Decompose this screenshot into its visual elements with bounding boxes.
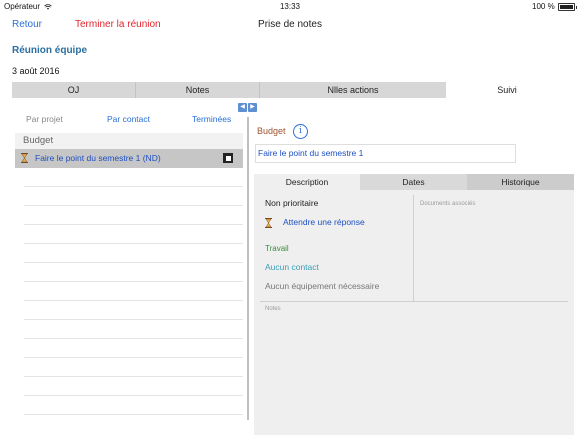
list-divider: [24, 357, 243, 358]
list-divider: [24, 395, 243, 396]
filter-by-contact[interactable]: Par contact: [107, 113, 150, 125]
tab-follow-up[interactable]: Suivi: [446, 82, 568, 98]
list-divider: [24, 205, 243, 206]
list-divider: [24, 281, 243, 282]
meeting-date: 3 août 2016: [12, 66, 60, 76]
arrow-left-icon[interactable]: ◀: [238, 103, 247, 112]
list-divider: [24, 186, 243, 187]
priority-field[interactable]: Non prioritaire: [265, 198, 318, 209]
status-time: 13:33: [279, 2, 301, 11]
list-item-label: Faire le point du semestre 1 (ND): [35, 153, 161, 163]
tab-dates[interactable]: Dates: [360, 174, 467, 190]
hourglass-icon: [265, 218, 272, 228]
hourglass-icon: [21, 153, 28, 163]
checkbox-icon[interactable]: [223, 153, 233, 163]
arrow-right-icon[interactable]: ▶: [248, 103, 257, 112]
action-title-value: Faire le point du semestre 1: [258, 148, 364, 158]
filter-done[interactable]: Terminées: [192, 113, 231, 125]
documents-label: Documents associés: [420, 201, 476, 207]
group-label: Budget: [23, 135, 54, 146]
list-divider: [24, 224, 243, 225]
filter-by-project[interactable]: Par projet: [26, 113, 63, 125]
pane-divider: [260, 301, 568, 302]
list-divider: [24, 338, 243, 339]
tab-history[interactable]: Historique: [467, 174, 574, 190]
split-divider[interactable]: [247, 117, 249, 420]
status-battery-text: 100 %: [532, 2, 555, 11]
detail-project: Budget: [257, 126, 286, 136]
info-icon[interactable]: i: [293, 124, 308, 139]
meeting-title: Réunion équipe: [12, 45, 87, 56]
page-title: Prise de notes: [258, 19, 322, 30]
battery-icon: [558, 3, 577, 11]
category-field[interactable]: Travail: [265, 244, 289, 254]
tab-description[interactable]: Description: [254, 174, 360, 190]
notes-label: Notes: [265, 306, 281, 312]
list-divider: [24, 262, 243, 263]
list-item[interactable]: Faire le point du semestre 1 (ND): [15, 149, 243, 168]
contact-field[interactable]: Aucun contact: [265, 262, 319, 273]
list-divider: [24, 300, 243, 301]
equipment-field[interactable]: Aucun équipement nécessaire: [265, 281, 379, 292]
pane-divider: [413, 195, 414, 301]
list-divider: [24, 319, 243, 320]
tab-oj[interactable]: OJ: [12, 82, 135, 98]
list-group-header: Budget: [15, 133, 243, 149]
list-divider: [24, 414, 243, 415]
tab-notes[interactable]: Notes: [136, 82, 259, 98]
list-divider: [24, 243, 243, 244]
tab-new-actions[interactable]: Nlles actions: [260, 82, 446, 98]
list-divider: [24, 376, 243, 377]
action-title-field[interactable]: Faire le point du semestre 1: [255, 144, 516, 163]
status-field[interactable]: Attendre une réponse: [283, 217, 365, 228]
